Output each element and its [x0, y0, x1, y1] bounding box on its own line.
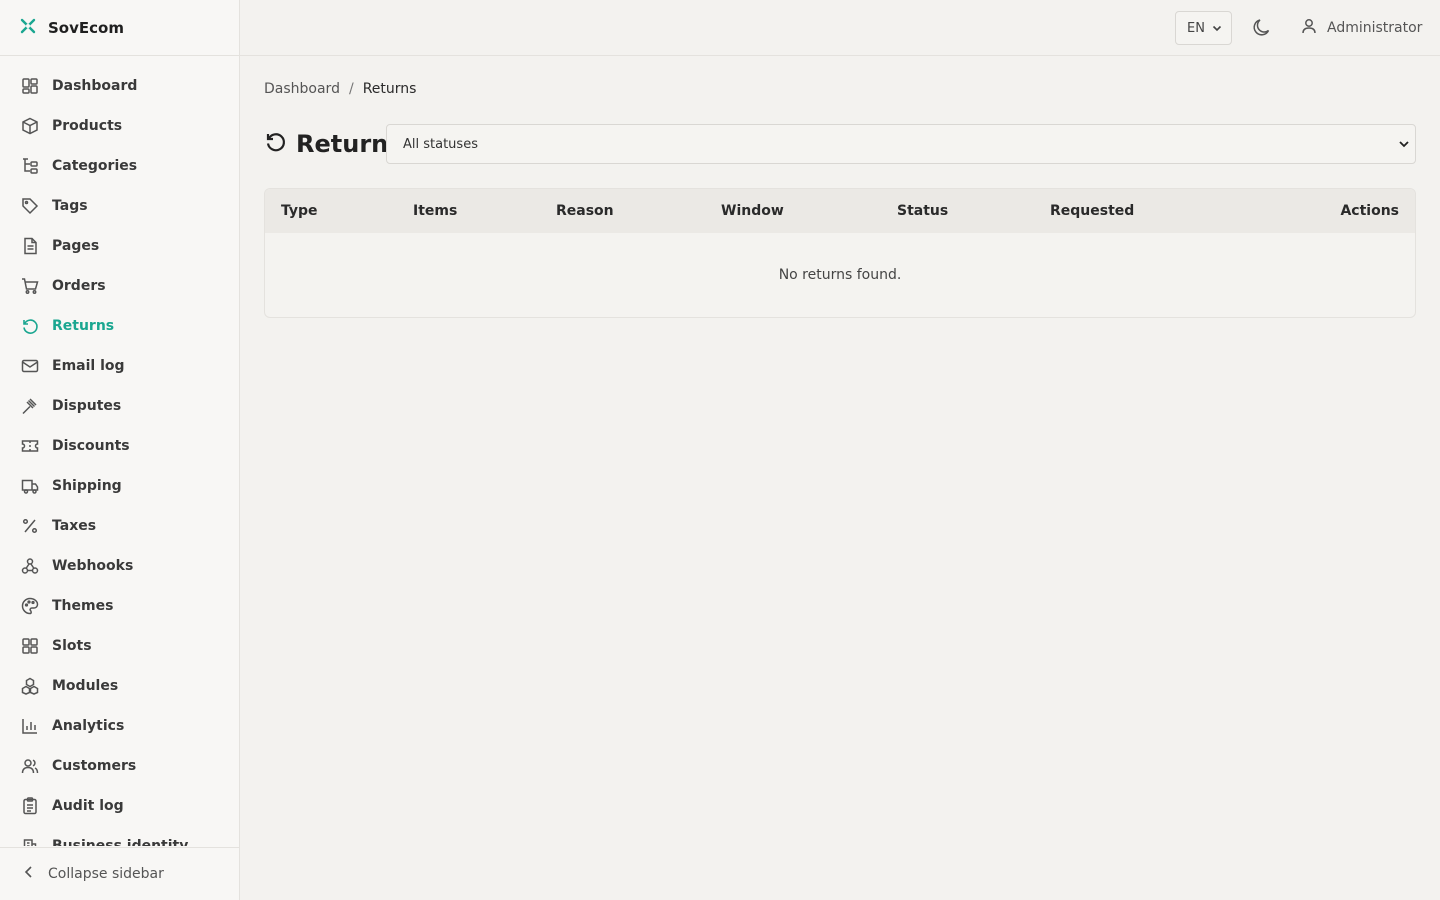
user-name: Administrator — [1327, 20, 1423, 36]
moon-icon — [1251, 19, 1273, 43]
collapse-sidebar-button[interactable]: Collapse sidebar — [0, 847, 239, 900]
sidebar-item-label: Returns — [52, 318, 115, 334]
ticket-icon — [20, 436, 40, 456]
column-header-type[interactable]: Type — [281, 203, 318, 219]
breadcrumb: Dashboard / Returns — [264, 81, 416, 97]
sidebar-item-shipping[interactable]: Shipping — [0, 466, 239, 506]
sidebar-item-webhooks[interactable]: Webhooks — [0, 546, 239, 586]
sidebar-item-label: Disputes — [52, 398, 122, 414]
mail-icon — [20, 356, 40, 376]
sidebar-item-taxes[interactable]: Taxes — [0, 506, 239, 546]
collapse-sidebar-label: Collapse sidebar — [48, 866, 164, 882]
gavel-icon — [20, 396, 40, 416]
sidebar-item-products[interactable]: Products — [0, 106, 239, 146]
user-menu[interactable]: Administrator — [1300, 17, 1422, 39]
brand-name: SovEcom — [48, 18, 124, 37]
status-filter-value: All statuses — [403, 136, 478, 152]
sidebar-item-discounts[interactable]: Discounts — [0, 426, 239, 466]
breadcrumb-dashboard-link[interactable]: Dashboard — [264, 81, 340, 97]
clipboard-icon — [20, 796, 40, 816]
rotate-ccw-icon — [20, 316, 40, 336]
page-header: Returns All statuses — [264, 124, 1416, 164]
palette-icon — [20, 596, 40, 616]
sidebar-item-label: Slots — [52, 638, 92, 654]
users-icon — [20, 756, 40, 776]
returns-table: Type Items Reason Window Status Requeste… — [264, 188, 1416, 318]
sidebar-item-dashboard[interactable]: Dashboard — [0, 66, 239, 106]
sidebar-item-label: Webhooks — [52, 558, 134, 574]
building-icon — [20, 836, 40, 846]
truck-icon — [20, 476, 40, 496]
file-icon — [20, 236, 40, 256]
sidebar-item-label: Audit log — [52, 798, 124, 814]
sidebar-item-label: Taxes — [52, 518, 97, 534]
table-header: Type Items Reason Window Status Requeste… — [265, 189, 1415, 233]
boxes-icon — [20, 676, 40, 696]
column-header-window[interactable]: Window — [721, 203, 784, 219]
language-value: EN — [1187, 20, 1205, 36]
sidebar-item-customers[interactable]: Customers — [0, 746, 239, 786]
webhook-icon — [20, 556, 40, 576]
sidebar-item-analytics[interactable]: Analytics — [0, 706, 239, 746]
logo-icon — [18, 16, 38, 40]
sidebar-item-slots[interactable]: Slots — [0, 626, 239, 666]
chevron-down-icon — [1211, 22, 1223, 38]
sidebar-item-label: Products — [52, 118, 123, 134]
sidebar-item-label: Themes — [52, 598, 114, 614]
tag-icon — [20, 196, 40, 216]
sidebar-item-label: Pages — [52, 238, 100, 254]
column-header-reason[interactable]: Reason — [556, 203, 614, 219]
theme-toggle-button[interactable] — [1251, 17, 1273, 39]
sidebar-item-label: Categories — [52, 158, 138, 174]
sidebar-item-email-log[interactable]: Email log — [0, 346, 239, 386]
sidebar: SovEcom Dashboard Products Categories Ta… — [0, 0, 240, 900]
tree-icon — [20, 156, 40, 176]
brand[interactable]: SovEcom — [0, 0, 239, 56]
sidebar-item-label: Tags — [52, 198, 88, 214]
sidebar-item-categories[interactable]: Categories — [0, 146, 239, 186]
cart-icon — [20, 276, 40, 296]
bar-chart-icon — [20, 716, 40, 736]
language-select[interactable]: EN — [1175, 11, 1232, 45]
column-header-actions: Actions — [1340, 203, 1399, 219]
sidebar-item-label: Discounts — [52, 438, 130, 454]
sidebar-item-label: Dashboard — [52, 78, 138, 94]
column-header-items[interactable]: Items — [413, 203, 457, 219]
sidebar-nav: Dashboard Products Categories Tags Pages… — [0, 66, 239, 846]
percent-icon — [20, 516, 40, 536]
sidebar-item-label: Orders — [52, 278, 106, 294]
breadcrumb-separator: / — [348, 81, 354, 97]
grid-icon — [20, 636, 40, 656]
sidebar-item-label: Email log — [52, 358, 125, 374]
rotate-ccw-icon — [264, 130, 288, 158]
sidebar-item-label: Modules — [52, 678, 119, 694]
sidebar-item-modules[interactable]: Modules — [0, 666, 239, 706]
sidebar-item-label: Analytics — [52, 718, 125, 734]
topbar: EN Administrator — [240, 0, 1440, 56]
box-icon — [20, 116, 40, 136]
sidebar-item-returns[interactable]: Returns — [0, 306, 239, 346]
sidebar-item-label: Customers — [52, 758, 137, 774]
chevron-down-icon — [1397, 137, 1411, 155]
sidebar-item-tags[interactable]: Tags — [0, 186, 239, 226]
column-header-status[interactable]: Status — [897, 203, 948, 219]
user-icon — [1300, 17, 1327, 39]
sidebar-item-disputes[interactable]: Disputes — [0, 386, 239, 426]
sidebar-item-audit-log[interactable]: Audit log — [0, 786, 239, 826]
dashboard-icon — [20, 76, 40, 96]
sidebar-item-themes[interactable]: Themes — [0, 586, 239, 626]
empty-state-message: No returns found. — [778, 267, 902, 283]
status-filter-select[interactable]: All statuses — [386, 124, 1416, 164]
sidebar-item-orders[interactable]: Orders — [0, 266, 239, 306]
sidebar-item-pages[interactable]: Pages — [0, 226, 239, 266]
column-header-requested[interactable]: Requested — [1050, 203, 1134, 219]
breadcrumb-current: Returns — [362, 81, 417, 97]
sidebar-item-label: Business identity — [52, 838, 189, 846]
sidebar-item-business-identity[interactable]: Business identity — [0, 826, 239, 846]
chevron-left-icon — [22, 865, 36, 883]
sidebar-item-label: Shipping — [52, 478, 122, 494]
